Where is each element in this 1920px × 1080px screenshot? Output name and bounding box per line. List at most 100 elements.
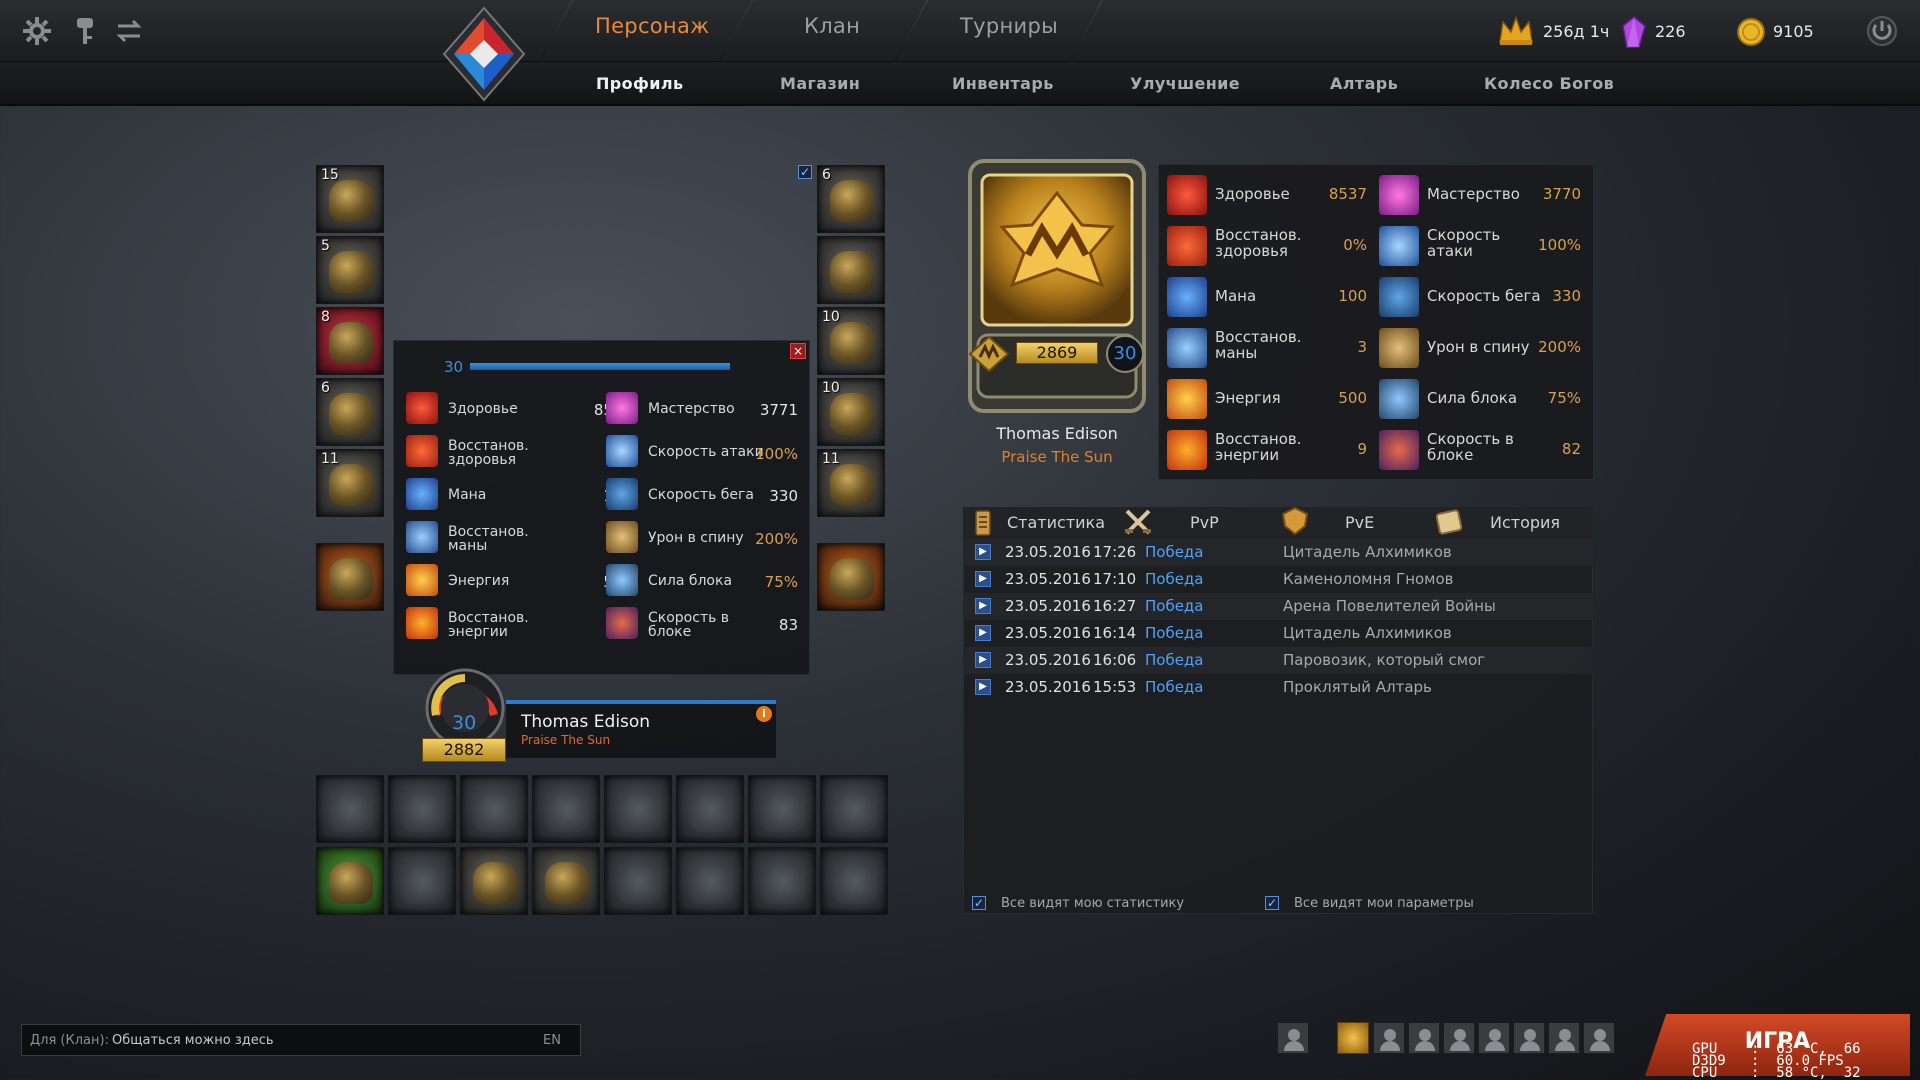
params-visible-checkbox[interactable]: ✓ <box>1265 896 1279 910</box>
cosmetic-slot-portrait[interactable] <box>460 847 528 915</box>
history-row[interactable]: ▶ 23.05.2016 17:10 Победа Каменоломня Гн… <box>963 566 1593 593</box>
tab-tournaments[interactable]: Турниры <box>960 14 1058 38</box>
cosmetic-slot-face[interactable] <box>316 775 384 843</box>
history-row[interactable]: ▶ 23.05.2016 17:26 Победа Цитадель Алхим… <box>963 539 1593 566</box>
level-gauge <box>425 668 505 748</box>
party-slot[interactable] <box>1513 1022 1545 1054</box>
expand-arrow-icon[interactable]: ▶ <box>975 598 991 614</box>
game-logo[interactable] <box>442 6 526 102</box>
tab-clan[interactable]: Клан <box>804 14 860 38</box>
match-time: 16:06 <box>1093 651 1137 669</box>
party-slot[interactable] <box>1548 1022 1580 1054</box>
tab-pve[interactable]: PvE <box>1345 513 1374 532</box>
slot-level: 11 <box>321 451 339 467</box>
key-icon[interactable] <box>68 14 102 48</box>
gold-coin-icon <box>1737 18 1765 46</box>
subtab-upgrade[interactable]: Улучшение <box>1130 74 1240 93</box>
info-icon[interactable]: i <box>756 706 772 722</box>
history-row[interactable]: ▶ 23.05.2016 16:27 Победа Арена Повелите… <box>963 593 1593 620</box>
cosmetic-slot-vest[interactable] <box>820 847 888 915</box>
match-map: Каменоломня Гномов <box>1283 570 1454 588</box>
equip-slot-trinket[interactable]: 11 <box>817 449 885 517</box>
cosmetic-slot-bag[interactable] <box>748 847 816 915</box>
history-row[interactable]: ▶ 23.05.2016 16:06 Победа Паровозик, кот… <box>963 647 1593 674</box>
expand-arrow-icon[interactable]: ▶ <box>975 652 991 668</box>
subtab-inventory[interactable]: Инвентарь <box>952 74 1054 93</box>
block-speed-icon <box>606 607 638 639</box>
tab-pvp[interactable]: PvP <box>1190 513 1219 532</box>
cosmetic-slot[interactable] <box>388 775 456 843</box>
stat-value: 100 <box>1338 287 1367 305</box>
tab-character[interactable]: Персонаж <box>595 14 709 38</box>
expand-arrow-icon[interactable]: ▶ <box>975 571 991 587</box>
subtab-altar[interactable]: Алтарь <box>1330 74 1398 93</box>
power-icon[interactable] <box>1866 15 1898 47</box>
history-row[interactable]: ▶ 23.05.2016 15:53 Победа Проклятый Алта… <box>963 674 1593 701</box>
equip-slot-helmet[interactable]: 15 <box>316 165 384 233</box>
stats-visible-checkbox[interactable]: ✓ <box>972 896 986 910</box>
match-time: 15:53 <box>1093 678 1137 696</box>
invite-party-button[interactable] <box>1277 1022 1309 1054</box>
party-slot[interactable] <box>1373 1022 1405 1054</box>
run-speed-icon <box>1379 277 1419 317</box>
mastery-icon <box>606 392 638 424</box>
expand-arrow-icon[interactable]: ▶ <box>975 544 991 560</box>
equip-slot-pants[interactable]: 10 <box>817 378 885 446</box>
cosmetic-slot[interactable] <box>748 775 816 843</box>
close-icon[interactable]: × <box>790 343 806 359</box>
subtab-wheel-of-gods[interactable]: Колесо Богов <box>1484 74 1614 93</box>
party-slot[interactable] <box>1443 1022 1475 1054</box>
equip-slot-boots[interactable]: 11 <box>316 449 384 517</box>
party-leader-avatar[interactable] <box>1337 1022 1369 1054</box>
cosmetic-slot[interactable] <box>604 775 672 843</box>
equip-slot-offhand[interactable] <box>817 543 885 611</box>
equip-slot-shoulders[interactable]: 5 <box>316 236 384 304</box>
cosmetic-slot-mask[interactable] <box>820 775 888 843</box>
bag-icon <box>761 862 805 904</box>
party-slot[interactable] <box>1408 1022 1440 1054</box>
equip-slot-bracers[interactable]: 10 <box>817 307 885 375</box>
mana-icon <box>1167 277 1207 317</box>
show-helmet-checkbox[interactable]: ✓ <box>798 165 812 179</box>
cosmetic-slot-bag[interactable] <box>604 847 672 915</box>
mana-regen-icon <box>406 521 438 553</box>
equip-slot-armor[interactable] <box>817 236 885 304</box>
history-row[interactable]: ▶ 23.05.2016 16:14 Победа Цитадель Алхим… <box>963 620 1593 647</box>
match-map: Арена Повелителей Войны <box>1283 597 1496 615</box>
match-time: 16:14 <box>1093 624 1137 642</box>
equip-slot-gloves[interactable]: 8 <box>316 307 384 375</box>
stat-value: 75% <box>764 573 798 591</box>
tab-statistics[interactable]: Статистика <box>1007 513 1105 532</box>
stat-value: 83 <box>778 616 798 634</box>
gear-icon[interactable] <box>20 14 54 48</box>
cosmetic-slot-emote[interactable] <box>388 847 456 915</box>
swap-arrows-icon[interactable] <box>112 14 146 48</box>
party-slot[interactable] <box>1583 1022 1615 1054</box>
expand-arrow-icon[interactable]: ▶ <box>975 679 991 695</box>
chat-channel[interactable]: Для (Клан): <box>30 1033 109 1048</box>
subtab-profile[interactable]: Профиль <box>596 74 684 93</box>
cosmetic-slot-bag[interactable] <box>676 847 744 915</box>
party-slot[interactable] <box>1478 1022 1510 1054</box>
tab-history[interactable]: История <box>1490 513 1560 532</box>
subtab-shop[interactable]: Магазин <box>780 74 860 93</box>
block-strength-icon <box>606 564 638 596</box>
stat-label: Здоровье <box>448 401 518 417</box>
match-map: Цитадель Алхимиков <box>1283 624 1452 642</box>
stat-value: 8537 <box>1328 185 1367 203</box>
equip-slot-weapon[interactable] <box>316 543 384 611</box>
cosmetic-slot-banner[interactable] <box>316 847 384 915</box>
cosmetic-slot[interactable] <box>460 775 528 843</box>
scroll-stats-icon <box>975 510 991 536</box>
crown-icon <box>1499 16 1533 45</box>
cosmetic-slot[interactable] <box>676 775 744 843</box>
cosmetic-slot-portrait[interactable] <box>532 847 600 915</box>
chat-language[interactable]: EN <box>543 1033 561 1048</box>
chat-input-box[interactable]: Для (Клан): Общаться можно здесь EN <box>21 1024 581 1056</box>
gold-count: 9105 <box>1773 22 1814 41</box>
equip-slot-cape[interactable]: 6 <box>817 165 885 233</box>
equip-slot-belt[interactable]: 6 <box>316 378 384 446</box>
expand-arrow-icon[interactable]: ▶ <box>975 625 991 641</box>
cosmetic-slot[interactable] <box>532 775 600 843</box>
stat-value: 200% <box>1538 338 1581 356</box>
